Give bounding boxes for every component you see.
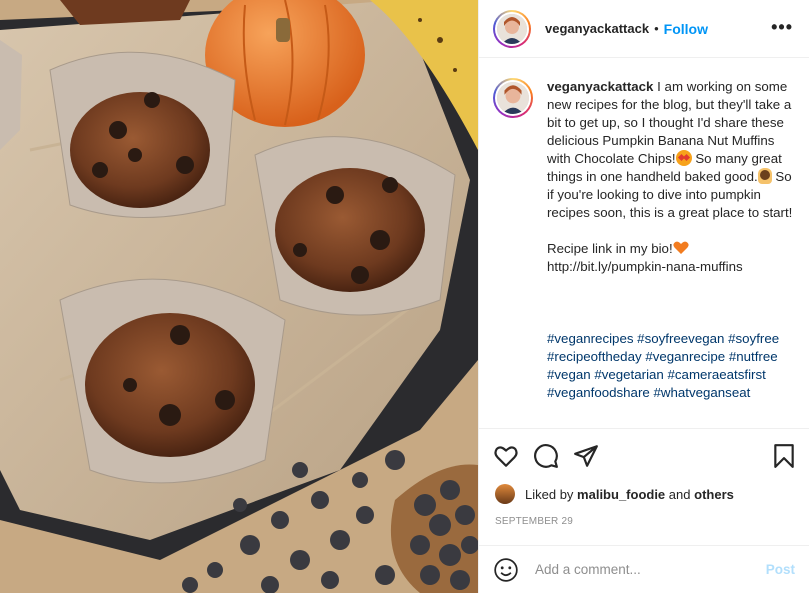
share-icon[interactable] (573, 443, 599, 469)
comment-input[interactable]: Add a comment... (535, 562, 766, 577)
heart-icon[interactable] (493, 443, 519, 469)
follow-button[interactable]: Follow (664, 21, 708, 37)
post-header: veganyackattack • Follow ••• (479, 0, 809, 58)
author-username[interactable]: veganyackattack (545, 21, 649, 36)
more-options-icon[interactable]: ••• (771, 18, 793, 36)
muffin-photo (0, 0, 478, 593)
star-struck-emoji-icon (675, 150, 692, 166)
post-image[interactable] (0, 0, 478, 593)
comment-bar: Add a comment... Post (479, 545, 809, 593)
separator-dot: • (654, 21, 659, 36)
post-comment-button[interactable]: Post (766, 562, 795, 577)
likes-others[interactable]: others (694, 487, 734, 502)
caption-text: veganyackattack I am working on some new… (547, 78, 797, 402)
caption-avatar[interactable] (493, 78, 533, 118)
recipe-line: Recipe link in my bio! (547, 241, 673, 256)
emoji-icon[interactable] (493, 557, 519, 583)
likes-line: Liked by malibu_foodie and others (495, 484, 734, 504)
action-bar (479, 428, 809, 482)
avatar-photo (497, 13, 527, 44)
post-caption: veganyackattack I am working on some new… (493, 78, 797, 402)
orange-heart-emoji-icon (673, 241, 689, 254)
likes-and: and (668, 486, 691, 502)
comment-icon[interactable] (533, 443, 559, 469)
liker-username[interactable]: malibu_foodie (577, 487, 665, 502)
post-side-panel: veganyackattack • Follow ••• veganyackat… (478, 0, 809, 593)
raising-hands-emoji-icon (757, 168, 772, 184)
recipe-link[interactable]: http://bit.ly/pumpkin-nana-muffins (547, 258, 797, 276)
liker-avatar[interactable] (495, 484, 515, 504)
likes-prefix: Liked by (525, 486, 574, 502)
author-avatar[interactable] (493, 9, 531, 48)
post-date[interactable]: SEPTEMBER 29 (495, 516, 573, 527)
hashtags[interactable]: #veganrecipes #soyfreevegan #soyfree #re… (547, 330, 797, 402)
bookmark-icon[interactable] (771, 443, 797, 469)
avatar-photo (497, 82, 529, 114)
caption-username[interactable]: veganyackattack (547, 79, 653, 94)
